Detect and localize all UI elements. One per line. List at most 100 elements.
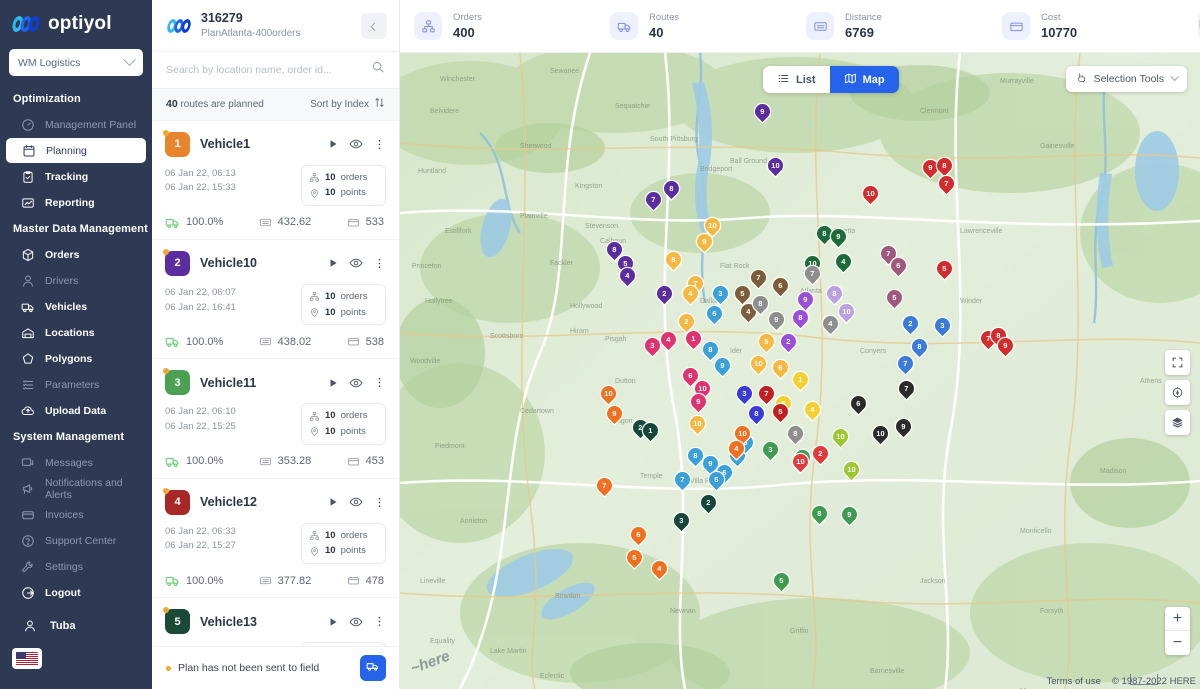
sidebar-item-label: Upload Data	[45, 404, 107, 417]
sidebar-item-invoices[interactable]: Invoices	[6, 502, 146, 527]
play-icon[interactable]	[327, 257, 339, 269]
sidebar-item-management-panel[interactable]: Management Panel	[6, 112, 146, 137]
svg-text:Anniston: Anniston	[460, 518, 487, 525]
sidebar-item-user[interactable]: Tuba	[6, 613, 146, 638]
copyright-text: © 1987-2022 HERE	[1111, 676, 1196, 687]
truck-icon	[610, 12, 638, 40]
fullscreen-button[interactable]	[1165, 350, 1190, 375]
search-input[interactable]	[166, 63, 371, 76]
more-vertical-icon[interactable]	[373, 376, 386, 389]
eye-icon[interactable]	[349, 615, 363, 629]
sidebar-item-logout[interactable]: Logout	[6, 580, 146, 605]
map-canvas[interactable]: Winchester Sewanee Belvidere Sequatchie Sh…	[400, 53, 1200, 689]
route-counts: 10 orders 10 points	[301, 522, 386, 564]
play-icon[interactable]	[327, 138, 339, 150]
route-card-body: 06 Jan 22, 06:10 06 Jan 22, 15:25 10 orders…	[165, 403, 386, 445]
language-button[interactable]	[12, 648, 42, 669]
selection-tools-button[interactable]: Selection Tools	[1065, 66, 1187, 92]
route-card[interactable]: 4 Vehicle12 06 Jan 22, 06:33 06 Jan 22, 15:…	[152, 479, 399, 598]
search-icon[interactable]	[371, 60, 385, 79]
play-icon[interactable]	[327, 496, 339, 508]
play-icon[interactable]	[327, 616, 339, 628]
map-controls	[1165, 350, 1190, 435]
sidebar-item-messages[interactable]: Messages	[6, 450, 146, 475]
status-dot-icon	[166, 665, 171, 671]
sidebar-item-locations[interactable]: Locations	[6, 320, 146, 345]
more-vertical-icon[interactable]	[373, 496, 386, 509]
svg-text:Plainville: Plainville	[520, 213, 548, 220]
zoom-in-button[interactable]: +	[1165, 607, 1190, 631]
sidebar-item-upload-data[interactable]: Upload Data	[6, 398, 146, 423]
layers-button[interactable]	[1165, 410, 1190, 435]
sidebar-item-drivers[interactable]: Drivers	[6, 268, 146, 293]
route-points-count: 10	[325, 306, 336, 318]
eye-icon[interactable]	[349, 256, 363, 270]
sidebar-item-label: Tracking	[45, 170, 89, 183]
svg-text:Hollywood: Hollywood	[570, 303, 602, 310]
send-to-field-button[interactable]	[360, 655, 386, 681]
sidebar-item-settings[interactable]: Settings	[6, 554, 146, 579]
megaphone-icon	[20, 481, 35, 496]
sort-button[interactable]: Sort by Index	[310, 97, 385, 111]
route-fill-value: 100.0%	[186, 216, 224, 229]
view-toggle-list[interactable]: List	[763, 66, 830, 93]
route-actions	[327, 256, 386, 270]
more-vertical-icon[interactable]	[373, 257, 386, 270]
compass-button[interactable]	[1165, 380, 1190, 405]
sidebar-item-planning[interactable]: Planning	[6, 138, 146, 163]
svg-text:Bridgeport: Bridgeport	[700, 166, 732, 173]
chevron-left-icon	[370, 22, 379, 31]
route-index-badge: 4	[163, 487, 190, 515]
svg-text:Dutton: Dutton	[615, 378, 636, 385]
map-marker-label: 9	[847, 509, 852, 519]
collapse-panel-button[interactable]	[361, 12, 387, 39]
eye-icon[interactable]	[349, 137, 363, 151]
stat-label: Cost	[1041, 11, 1061, 23]
sidebar-item-support-center[interactable]: Support Center	[6, 528, 146, 553]
sidebar-item-notifications-and-alerts[interactable]: Notifications and Alerts	[6, 476, 146, 501]
svg-text:Scottsboro: Scottsboro	[490, 333, 524, 340]
map-marker-label: 3	[940, 320, 945, 330]
route-distance-stat: 438.02	[259, 335, 311, 348]
route-cost-stat: 453	[347, 455, 384, 468]
map-marker-label: 5	[779, 575, 784, 585]
map-marker-label: 3	[742, 388, 747, 398]
route-index-badge: 3	[163, 368, 190, 396]
view-toggle-map[interactable]: Map	[829, 66, 899, 93]
eye-icon[interactable]	[349, 376, 363, 390]
more-vertical-icon[interactable]	[373, 615, 386, 628]
route-card[interactable]: 3 Vehicle11 06 Jan 22, 06:10 06 Jan 22, 15:…	[152, 359, 399, 479]
play-icon[interactable]	[327, 377, 339, 389]
route-orders-label: orders	[340, 529, 368, 541]
optiyol-logo-icon	[11, 14, 41, 34]
sidebar-item-polygons[interactable]: Polygons	[6, 346, 146, 371]
sidebar-item-reporting[interactable]: Reporting	[6, 190, 146, 215]
terms-of-use-link[interactable]: Terms of use	[1047, 676, 1101, 687]
svg-text:Sherwood: Sherwood	[520, 143, 552, 150]
map-marker-label: 8	[693, 450, 698, 460]
route-card[interactable]: 2 Vehicle10 06 Jan 22, 06:07 06 Jan 22, 16:…	[152, 240, 399, 360]
plan-name: PlanAtlanta-400orders	[201, 27, 301, 39]
sidebar-item-orders[interactable]: Orders	[6, 242, 146, 267]
more-vertical-icon[interactable]	[373, 138, 386, 151]
route-card[interactable]: 1 Vehicle1 06 Jan 22, 06:13 06 Jan 22, 15:3…	[152, 121, 399, 240]
zoom-out-button[interactable]: −	[1165, 631, 1190, 655]
sidebar-item-parameters[interactable]: Parameters	[6, 372, 146, 397]
sidebar-item-vehicles[interactable]: Vehicles	[6, 294, 146, 319]
view-toggle-label: List	[796, 73, 816, 86]
us-flag-icon	[16, 651, 38, 666]
route-points-row: 10 points	[309, 185, 376, 201]
wallet-icon	[20, 507, 35, 522]
route-points-label: points	[340, 425, 366, 437]
eye-icon[interactable]	[349, 495, 363, 509]
odometer-icon	[806, 12, 834, 40]
sidebar-item-tracking[interactable]: Tracking	[6, 164, 146, 189]
chevron-down-icon	[1170, 72, 1179, 82]
map-marker-label: 10	[698, 383, 707, 393]
route-cost-stat: 533	[347, 216, 384, 229]
sidebar-item-label: Notifications and Alerts	[45, 476, 123, 501]
stat-value: 10770	[1041, 24, 1078, 40]
route-orders-label: orders	[340, 171, 368, 183]
organization-select[interactable]: WM Logistics	[9, 49, 143, 76]
sidebar-item-label: Drivers	[45, 274, 79, 287]
